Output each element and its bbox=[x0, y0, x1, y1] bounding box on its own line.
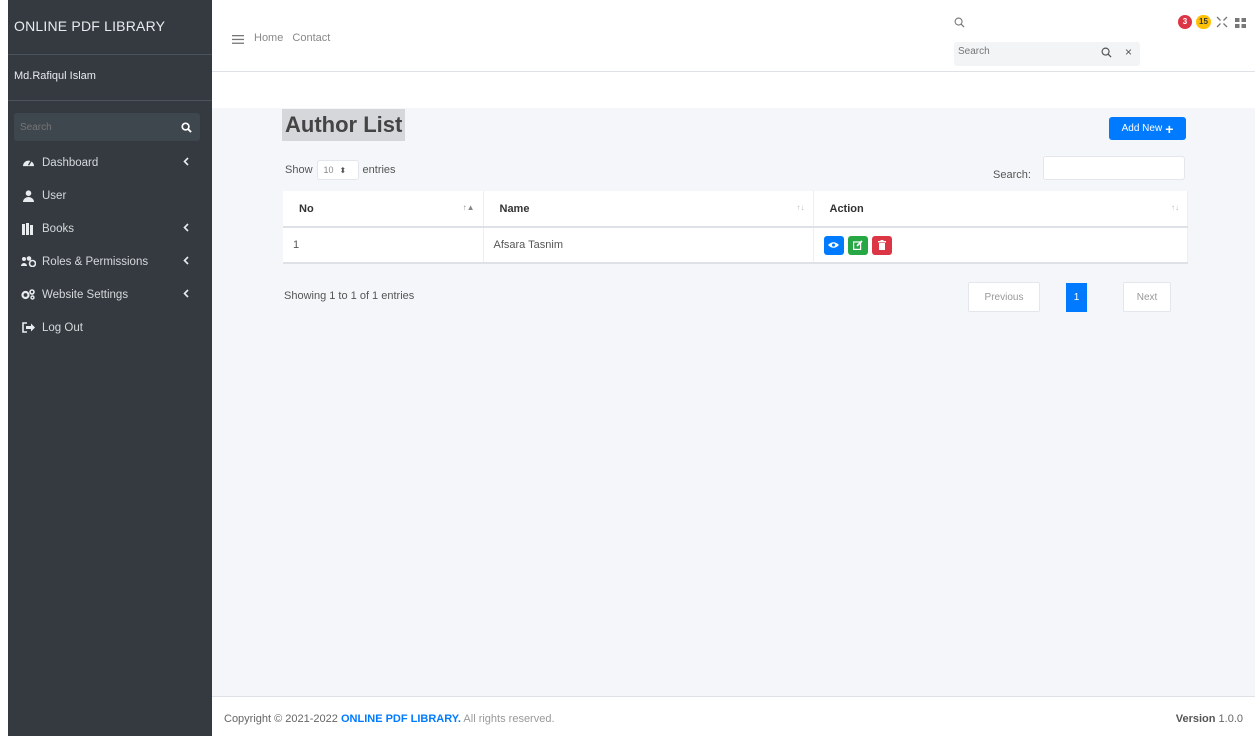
add-new-button[interactable]: Add New + bbox=[1109, 117, 1186, 140]
nav-link-contact[interactable]: Contact bbox=[292, 32, 330, 44]
sidebar-item-label: Books bbox=[42, 222, 74, 235]
authors-table: No ↑▲ Name ↑↓ Action ↑↓ 1 Afsara Tasnim bbox=[283, 191, 1188, 264]
version-label: Version bbox=[1175, 713, 1216, 725]
version-info: Version 1.0.0 bbox=[1176, 713, 1243, 725]
edit-button[interactable] bbox=[847, 235, 868, 255]
content-wrapper: Author List Add New + Show 10 ⬍ entries … bbox=[212, 108, 1255, 696]
search-icon[interactable] bbox=[1101, 47, 1112, 61]
cell-actions bbox=[813, 227, 1188, 264]
sidebar-item-label: Log Out bbox=[42, 321, 83, 334]
sidebar-item-label: Dashboard bbox=[42, 156, 99, 169]
sidebar-search-button[interactable] bbox=[172, 113, 200, 141]
table-search-label: Search: bbox=[993, 169, 1031, 181]
entries-select[interactable]: 10 ⬍ bbox=[316, 160, 359, 180]
sidebar-item-label: User bbox=[42, 189, 67, 202]
entries-label: entries bbox=[362, 164, 396, 176]
entries-length-control: Show 10 ⬍ entries bbox=[285, 160, 396, 180]
page-title: Author List bbox=[282, 109, 406, 141]
sign-out-icon bbox=[20, 322, 36, 333]
table-search-input[interactable] bbox=[1043, 156, 1185, 180]
sidebar-item-user[interactable]: User bbox=[8, 179, 212, 212]
navbar-search-input[interactable] bbox=[958, 46, 1078, 57]
chevron-left-icon bbox=[183, 157, 189, 169]
sidebar-item-logout[interactable]: Log Out bbox=[8, 311, 212, 344]
search-icon bbox=[180, 121, 192, 133]
plus-icon: + bbox=[1165, 120, 1174, 137]
user-icon bbox=[20, 189, 36, 202]
sidebar-menu: Dashboard User Books Roles & Permissions… bbox=[8, 146, 212, 344]
sidebar-search-input[interactable] bbox=[14, 113, 172, 141]
column-header-no[interactable]: No ↑▲ bbox=[283, 191, 484, 228]
fullscreen-icon[interactable] bbox=[1216, 16, 1228, 31]
pagination-page-1[interactable]: 1 bbox=[1066, 283, 1087, 312]
version-value: 1.0.0 bbox=[1218, 713, 1243, 725]
trash-icon bbox=[877, 240, 886, 250]
cogs-icon bbox=[20, 289, 36, 300]
rights-text: All rights reserved. bbox=[463, 713, 555, 725]
search-icon[interactable] bbox=[954, 17, 965, 31]
column-header-action[interactable]: Action ↑↓ bbox=[813, 191, 1188, 228]
footer: Copyright © 2021-2022 ONLINE PDF LIBRARY… bbox=[212, 696, 1255, 736]
chevron-left-icon bbox=[183, 289, 189, 301]
book-icon bbox=[20, 222, 36, 235]
sidebar-item-label: Website Settings bbox=[42, 288, 129, 301]
messages-badge[interactable]: 3 bbox=[1178, 15, 1192, 29]
sidebar-item-roles[interactable]: Roles & Permissions bbox=[8, 245, 212, 278]
brand-link[interactable]: ONLINE PDF LIBRARY bbox=[8, 0, 212, 55]
sidebar-item-website-settings[interactable]: Website Settings bbox=[8, 278, 212, 311]
cell-no: 1 bbox=[283, 227, 484, 264]
copyright-prefix: Copyright © 2021-2022 bbox=[224, 713, 338, 725]
cell-name: Afsara Tasnim bbox=[483, 227, 814, 264]
footer-brand-link[interactable]: ONLINE PDF LIBRARY. bbox=[341, 713, 461, 725]
sort-icon: ↑↓ bbox=[1171, 203, 1179, 212]
pagination-next[interactable]: Next bbox=[1123, 282, 1171, 312]
user-name[interactable]: Md.Rafiqul Islam bbox=[8, 55, 212, 101]
close-icon[interactable]: × bbox=[1125, 45, 1132, 59]
edit-icon bbox=[852, 240, 863, 250]
select-arrows-icon: ⬍ bbox=[339, 165, 347, 175]
chevron-left-icon bbox=[183, 223, 189, 235]
column-header-label: No bbox=[299, 202, 314, 215]
column-header-label: Name bbox=[499, 202, 530, 215]
nav-link-home[interactable]: Home bbox=[254, 32, 283, 44]
sidebar-item-books[interactable]: Books bbox=[8, 212, 212, 245]
sidebar-item-label: Roles & Permissions bbox=[42, 255, 149, 268]
users-cog-icon bbox=[20, 256, 36, 267]
pagination-previous[interactable]: Previous bbox=[968, 282, 1040, 312]
table-row: 1 Afsara Tasnim bbox=[283, 227, 1188, 264]
delete-button[interactable] bbox=[871, 235, 892, 255]
table-info: Showing 1 to 1 of 1 entries bbox=[284, 290, 415, 302]
top-navbar: Home Contact × 3 15 bbox=[212, 0, 1255, 72]
sort-icon: ↑↓ bbox=[796, 203, 805, 212]
chevron-left-icon bbox=[183, 256, 189, 268]
entries-select-value: 10 bbox=[323, 165, 334, 175]
view-button[interactable] bbox=[823, 235, 844, 255]
sidebar-search bbox=[14, 113, 200, 141]
notifications-badge[interactable]: 15 bbox=[1196, 15, 1211, 29]
grid-icon[interactable] bbox=[1235, 17, 1246, 31]
show-label: Show bbox=[285, 164, 313, 176]
add-new-label: Add New bbox=[1121, 123, 1163, 134]
column-header-label: Action bbox=[829, 202, 864, 215]
column-header-name[interactable]: Name ↑↓ bbox=[483, 191, 814, 228]
eye-icon bbox=[828, 242, 839, 248]
sidebar: ONLINE PDF LIBRARY Md.Rafiqul Islam Dash… bbox=[8, 0, 212, 736]
sort-asc-icon: ↑▲ bbox=[462, 203, 475, 212]
hamburger-menu-icon[interactable] bbox=[232, 33, 244, 47]
top-nav-links: Home Contact bbox=[254, 32, 336, 44]
sidebar-item-dashboard[interactable]: Dashboard bbox=[8, 146, 212, 179]
copyright-text: Copyright © 2021-2022 ONLINE PDF LIBRARY… bbox=[224, 713, 555, 725]
navbar-search: × bbox=[954, 42, 1140, 66]
tachometer-icon bbox=[20, 157, 36, 168]
